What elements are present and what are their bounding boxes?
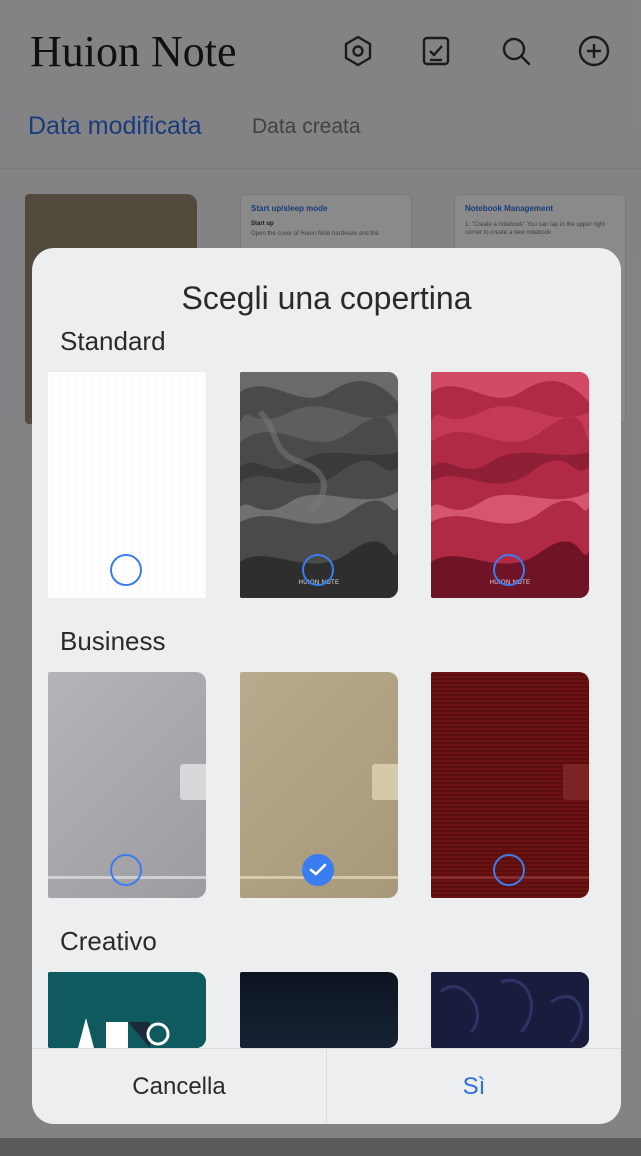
dialog-footer: Cancella Sì xyxy=(32,1048,621,1124)
cover-creative-teal[interactable] xyxy=(48,972,206,1048)
cover-standard-blank[interactable] xyxy=(48,372,206,598)
cover-standard-gray-marble[interactable]: HUION NOTE xyxy=(240,372,398,598)
cover-picker-dialog: Scegli una copertina Standard HUION NOTE xyxy=(32,248,621,1124)
cover-radio[interactable] xyxy=(493,854,525,886)
cover-creative-pattern[interactable] xyxy=(431,972,589,1048)
cover-tag xyxy=(563,764,589,800)
background-content-peek xyxy=(0,1138,641,1156)
cover-radio[interactable] xyxy=(110,554,142,586)
cover-business-burgundy[interactable] xyxy=(431,672,589,898)
cover-creative-navy[interactable] xyxy=(240,972,398,1048)
cover-business-beige[interactable] xyxy=(240,672,398,898)
confirm-button[interactable]: Sì xyxy=(327,1049,621,1124)
section-label-creative: Creativo xyxy=(60,926,157,956)
cover-radio[interactable] xyxy=(110,854,142,886)
cover-radio[interactable] xyxy=(302,554,334,586)
cover-tag xyxy=(372,764,398,800)
cover-business-gray[interactable] xyxy=(48,672,206,898)
cancel-button[interactable]: Cancella xyxy=(32,1049,326,1124)
checkmark-icon xyxy=(309,863,327,876)
cover-standard-red-marble[interactable]: HUION NOTE xyxy=(431,372,589,598)
section-label-standard: Standard xyxy=(60,326,166,356)
cover-radio-selected[interactable] xyxy=(302,854,334,886)
section-label-business: Business xyxy=(60,626,166,656)
dialog-title: Scegli una copertina xyxy=(181,280,472,316)
cover-tag xyxy=(180,764,206,800)
cover-radio[interactable] xyxy=(493,554,525,586)
